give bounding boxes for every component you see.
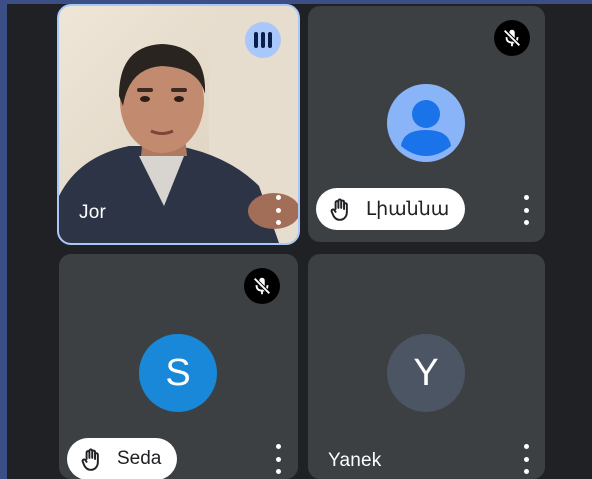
speaking-indicator-icon — [245, 22, 281, 58]
avatar — [387, 84, 465, 162]
window-frame-top — [0, 0, 592, 4]
mic-off-icon — [494, 20, 530, 56]
hand-raised-badge: Լիաննա — [316, 188, 466, 230]
avatar-letter: S — [165, 351, 191, 394]
window-frame-left — [0, 0, 7, 479]
participant-tile-seda[interactable]: S Seda — [59, 254, 298, 479]
participant-tile-jor[interactable]: Jor — [57, 4, 300, 245]
more-options-button[interactable] — [518, 195, 534, 225]
raised-hand-icon — [330, 198, 348, 221]
participant-name: Seda — [117, 448, 162, 469]
participant-tile-yanek[interactable]: Y Yanek — [308, 254, 545, 479]
participant-name: Yanek — [328, 450, 382, 471]
raised-hand-icon — [81, 448, 99, 471]
mic-off-icon — [244, 268, 280, 304]
hand-raised-badge: Seda — [67, 438, 178, 479]
person-icon — [401, 100, 451, 156]
more-options-button[interactable] — [518, 444, 534, 474]
avatar-letter: Y — [413, 351, 439, 394]
participant-tile-lianna[interactable]: Լիաննա — [308, 6, 545, 242]
more-options-button[interactable] — [270, 444, 286, 474]
participant-name: Jor — [79, 202, 106, 223]
avatar: S — [139, 334, 217, 412]
more-options-button[interactable] — [270, 195, 286, 225]
avatar: Y — [387, 334, 465, 412]
participant-name: Լիաննա — [366, 198, 450, 220]
